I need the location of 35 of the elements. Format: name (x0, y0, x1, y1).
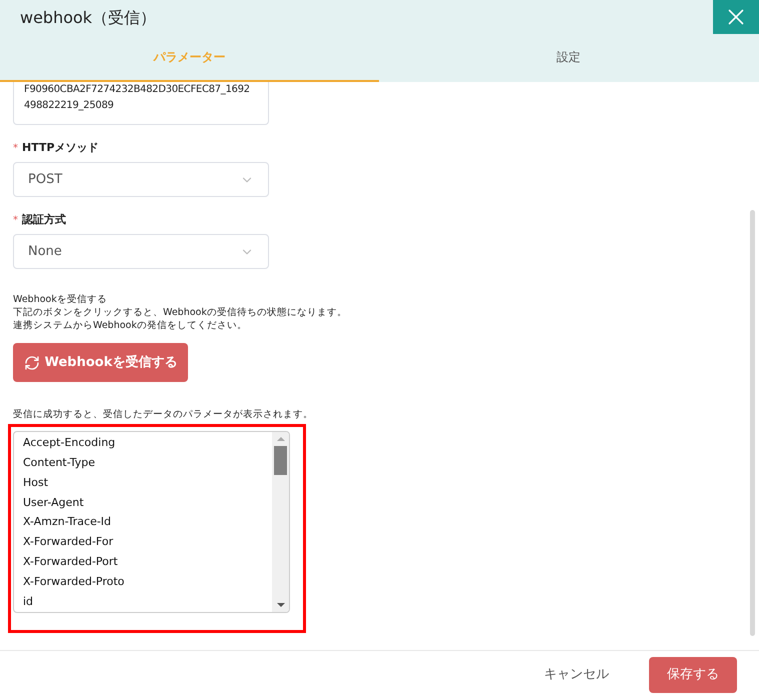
list-item[interactable]: User-Agent (23, 492, 272, 512)
page-scrollbar-thumb[interactable] (750, 210, 755, 636)
description-text: 連携システムからWebhookの発信をしてください。 (13, 319, 248, 332)
required-mark: * (13, 142, 18, 156)
select-field[interactable]: None (13, 234, 269, 269)
result-note: 受信に成功すると、受信したデータのパラメータが表示されます。 (13, 408, 314, 422)
list-item[interactable]: X-Forwarded-Proto (23, 572, 272, 592)
refresh-icon (24, 354, 40, 370)
cancel-button[interactable]: キャンセル (544, 664, 609, 684)
tab[interactable]: 設定 (379, 34, 758, 82)
receive-button[interactable]: Webhookを受信する (13, 343, 188, 382)
required-mark: * (13, 214, 18, 228)
list-item[interactable]: X-Forwarded-Port (23, 552, 272, 572)
list-item[interactable]: Accept-Encoding (23, 433, 272, 454)
scrollbar[interactable] (272, 432, 289, 612)
save-button[interactable]: 保存する (649, 656, 737, 692)
list-item[interactable]: X-Amzn-Trace-Id (23, 512, 272, 532)
field-label: 認証方式 (22, 212, 66, 228)
scroll-up-icon (276, 437, 284, 442)
close-button[interactable] (713, 0, 759, 34)
id-field[interactable]: F90960CBA2F7274232B482D30ECFEC87_1692 498822219_25089 (13, 82, 269, 125)
section-heading: Webhookを受信する (13, 293, 108, 306)
list-item[interactable]: id (23, 592, 272, 612)
list-item[interactable]: Host (23, 472, 272, 493)
scroll-down-icon (276, 603, 284, 608)
id-text: F90960CBA2F7274232B482D30ECFEC87_1692 (24, 83, 251, 97)
parameter-list[interactable]: Accept-Encoding Content-Type Host User-Agent X-Amzn-Trace-Id X-Forwarded-For X-Forwarded-Port X-Forwarded-Proto id (13, 431, 290, 614)
description-text: 下記のボタンをクリックすると、Webhookの受信待ちの状態になります。 (13, 306, 348, 319)
window-title: webhook（受信） (20, 7, 156, 29)
field-label: HTTPメソッド (22, 140, 99, 156)
id-text: 498822219_25089 (24, 99, 115, 113)
list-item[interactable]: X-Forwarded-For (23, 532, 272, 552)
list-item[interactable]: Content-Type (23, 453, 272, 473)
scrollbar-thumb[interactable] (274, 446, 287, 476)
select-field[interactable]: POST (13, 162, 269, 197)
